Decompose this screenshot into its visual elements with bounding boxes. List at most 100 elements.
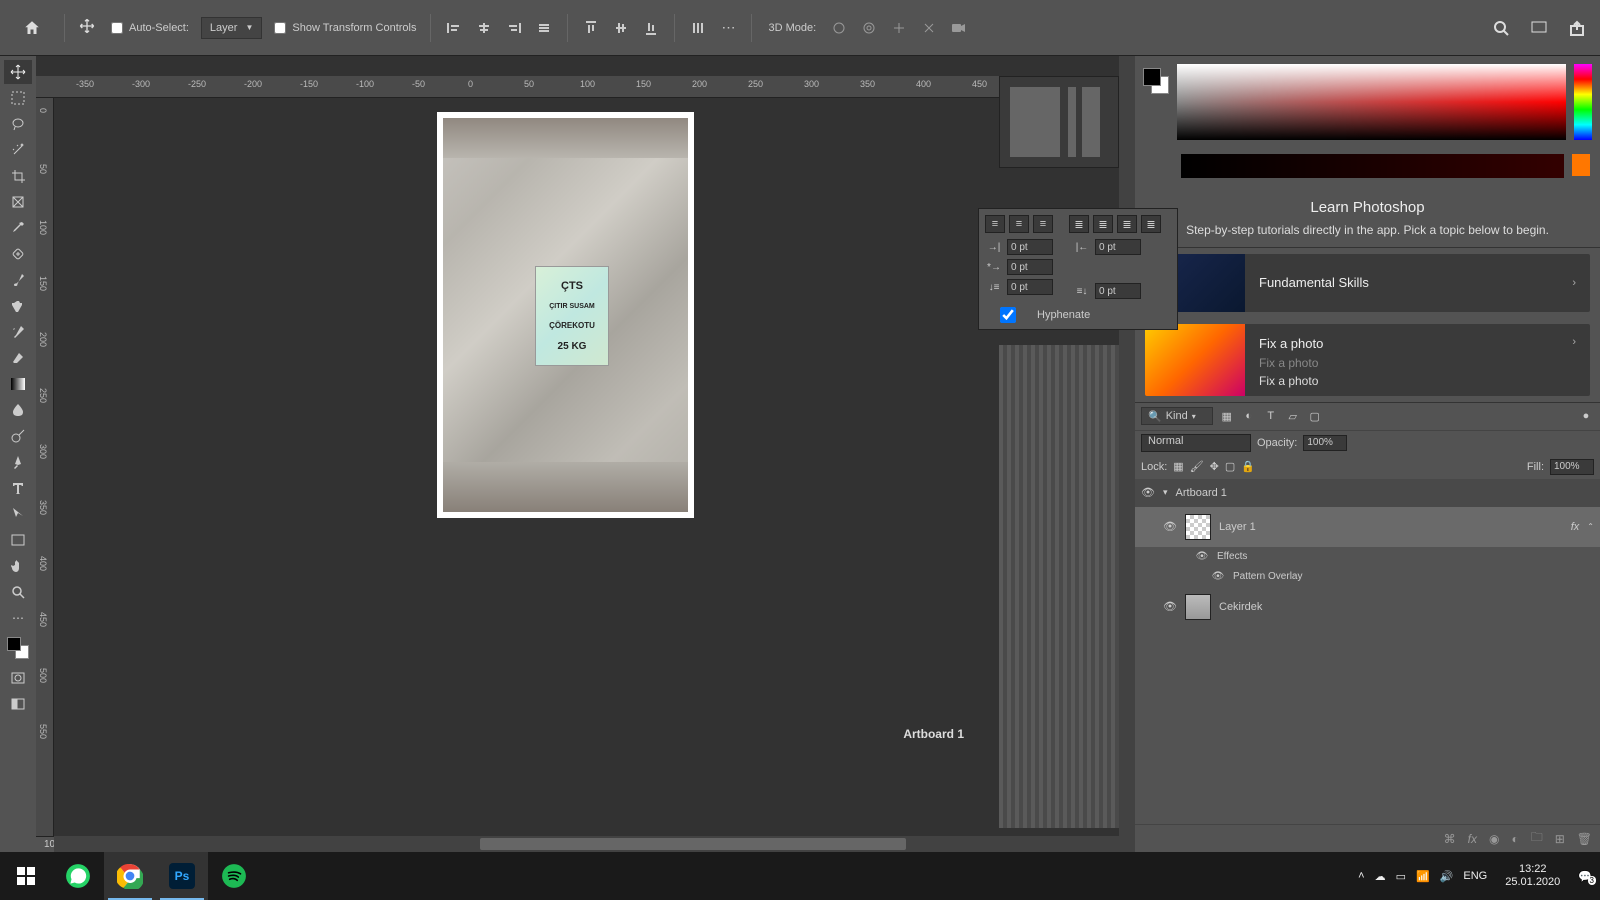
vertical-ruler[interactable]: 0 50 100 150 200 250 300 350 400 450 500…: [36, 98, 54, 836]
brightness-bar[interactable]: [1181, 154, 1564, 178]
align-center-btn[interactable]: ≡: [1009, 215, 1029, 233]
tray-onedrive-icon[interactable]: ☁: [1375, 870, 1386, 883]
taskbar-chrome[interactable]: [104, 852, 156, 900]
history-brush-tool[interactable]: [4, 320, 32, 344]
magic-wand-tool[interactable]: [4, 138, 32, 162]
tray-app-icon[interactable]: ▭: [1396, 870, 1406, 883]
group-icon[interactable]: 🗀: [1531, 828, 1543, 849]
gradient-tool[interactable]: [4, 372, 32, 396]
tray-wifi-icon[interactable]: 📶: [1416, 870, 1430, 883]
more-align-icon[interactable]: [532, 16, 556, 40]
tray-clock[interactable]: 13:22 25.01.2020: [1497, 863, 1568, 889]
chevron-down-icon[interactable]: ▾: [1163, 487, 1168, 498]
align-top-icon[interactable]: [579, 16, 603, 40]
filter-smart-icon[interactable]: ▢: [1307, 408, 1323, 424]
tray-volume-icon[interactable]: 🔊: [1440, 870, 1454, 883]
justify-left-btn[interactable]: ≣: [1069, 215, 1089, 233]
tutorial-card-fundamental[interactable]: Fundamental Skills ›: [1145, 254, 1590, 312]
blend-mode-dropdown[interactable]: Normal: [1141, 434, 1251, 452]
artboard-name-label[interactable]: Artboard 1: [903, 727, 964, 741]
auto-select-checkbox[interactable]: Auto-Select:: [111, 22, 189, 34]
filter-shape-icon[interactable]: ▱: [1285, 408, 1301, 424]
hyphenate-checkbox[interactable]: Hyphenate: [985, 307, 1171, 323]
mask-icon[interactable]: ◉: [1489, 832, 1499, 846]
justify-all-btn[interactable]: ≣: [1141, 215, 1161, 233]
artboard[interactable]: ÇTS ÇITIR SUSAM ÇÖREKOTU 25 KG: [437, 112, 694, 518]
home-icon[interactable]: [20, 16, 44, 40]
justify-center-btn[interactable]: ≣: [1093, 215, 1113, 233]
first-line-input[interactable]: [1007, 259, 1053, 275]
auto-select-dropdown[interactable]: Layer▼: [201, 17, 262, 39]
move-tool-icon[interactable]: [79, 18, 99, 38]
eyedropper-tool[interactable]: [4, 216, 32, 240]
delete-icon[interactable]: 🗑: [1577, 832, 1592, 846]
paragraph-panel[interactable]: ≡ ≡ ≡ ≣ ≣ ≣ ≣ →| *→ ↓≡ |← ≡↓ Hyphenate: [978, 208, 1178, 330]
hue-slider[interactable]: [1574, 64, 1592, 140]
filter-adjust-icon[interactable]: ◐: [1241, 408, 1257, 424]
filter-type-icon[interactable]: T: [1263, 408, 1279, 424]
frame-tool[interactable]: [4, 190, 32, 214]
tutorial-card-fixphoto[interactable]: Fix a photo Fix a photo Fix a photo ›: [1145, 324, 1590, 396]
justify-right-btn[interactable]: ≣: [1117, 215, 1137, 233]
horizontal-ruler[interactable]: -350 -300 -250 -200 -150 -100 -50 0 50 1…: [36, 76, 1119, 98]
lasso-tool[interactable]: [4, 112, 32, 136]
visibility-icon[interactable]: 👁: [1163, 600, 1177, 613]
layer-thumbnail[interactable]: [1185, 514, 1211, 540]
blur-tool[interactable]: [4, 398, 32, 422]
visibility-icon[interactable]: 👁: [1163, 520, 1177, 533]
tray-language[interactable]: ENG: [1463, 870, 1487, 882]
fx-badge[interactable]: fx: [1571, 521, 1580, 533]
layer-name[interactable]: Layer 1: [1219, 521, 1563, 533]
eraser-tool[interactable]: [4, 346, 32, 370]
hand-tool[interactable]: [4, 554, 32, 578]
layer-tree[interactable]: 👁 ▾ Artboard 1 👁 Layer 1 fx ⌃ 👁 Effects …: [1135, 479, 1600, 824]
marquee-tool[interactable]: [4, 86, 32, 110]
type-tool[interactable]: [4, 476, 32, 500]
align-middle-v-icon[interactable]: [609, 16, 633, 40]
align-right-btn[interactable]: ≡: [1033, 215, 1053, 233]
lock-position-icon[interactable]: ✥: [1210, 460, 1219, 473]
filter-pixel-icon[interactable]: ▦: [1219, 408, 1235, 424]
align-left-btn[interactable]: ≡: [985, 215, 1005, 233]
fx-icon[interactable]: fx: [1468, 832, 1477, 846]
move-tool[interactable]: [4, 60, 32, 84]
share-icon[interactable]: [1565, 16, 1589, 40]
3d-roll-icon[interactable]: [857, 16, 881, 40]
more-options-icon[interactable]: ⋯: [716, 16, 740, 40]
fg-bg-swatch[interactable]: [1143, 68, 1169, 94]
crop-tool[interactable]: [4, 164, 32, 188]
space-before-input[interactable]: [1007, 279, 1053, 295]
lock-all-icon[interactable]: 🔒: [1241, 460, 1255, 473]
screen-mode-tool[interactable]: [4, 692, 32, 716]
tray-notifications[interactable]: 💬3: [1578, 870, 1592, 883]
distribute-icon[interactable]: [686, 16, 710, 40]
color-panel[interactable]: [1135, 56, 1600, 191]
3d-slide-icon[interactable]: [917, 16, 941, 40]
layer-name[interactable]: Cekirdek: [1219, 601, 1594, 613]
navigator-thumb[interactable]: [999, 76, 1119, 168]
chevron-icon[interactable]: ⌃: [1587, 522, 1594, 531]
align-bottom-icon[interactable]: [639, 16, 663, 40]
layer-layer1[interactable]: 👁 Layer 1 fx ⌃: [1135, 507, 1600, 547]
visibility-icon[interactable]: 👁: [1195, 551, 1209, 562]
align-left-icon[interactable]: [442, 16, 466, 40]
dodge-tool[interactable]: [4, 424, 32, 448]
layer-effects-row[interactable]: 👁 Effects: [1135, 547, 1600, 567]
space-after-input[interactable]: [1095, 283, 1141, 299]
layer-cekirdek[interactable]: 👁 Cekirdek: [1135, 587, 1600, 627]
quick-mask-tool[interactable]: [4, 666, 32, 690]
shape-tool[interactable]: [4, 528, 32, 552]
layer-pattern-overlay[interactable]: 👁 Pattern Overlay: [1135, 567, 1600, 587]
zoom-tool[interactable]: [4, 580, 32, 604]
taskbar-spotify[interactable]: [208, 852, 260, 900]
taskbar-photoshop[interactable]: Ps: [156, 852, 208, 900]
path-tool[interactable]: [4, 502, 32, 526]
3d-orbit-icon[interactable]: [827, 16, 851, 40]
lock-transparent-icon[interactable]: ▦: [1173, 460, 1183, 473]
new-layer-icon[interactable]: ⊞: [1555, 832, 1565, 846]
3d-pan-icon[interactable]: [887, 16, 911, 40]
taskbar-whatsapp[interactable]: [52, 852, 104, 900]
filter-toggle-icon[interactable]: ●: [1578, 408, 1594, 424]
lock-paint-icon[interactable]: 🖌: [1190, 460, 1204, 473]
healing-tool[interactable]: [4, 242, 32, 266]
